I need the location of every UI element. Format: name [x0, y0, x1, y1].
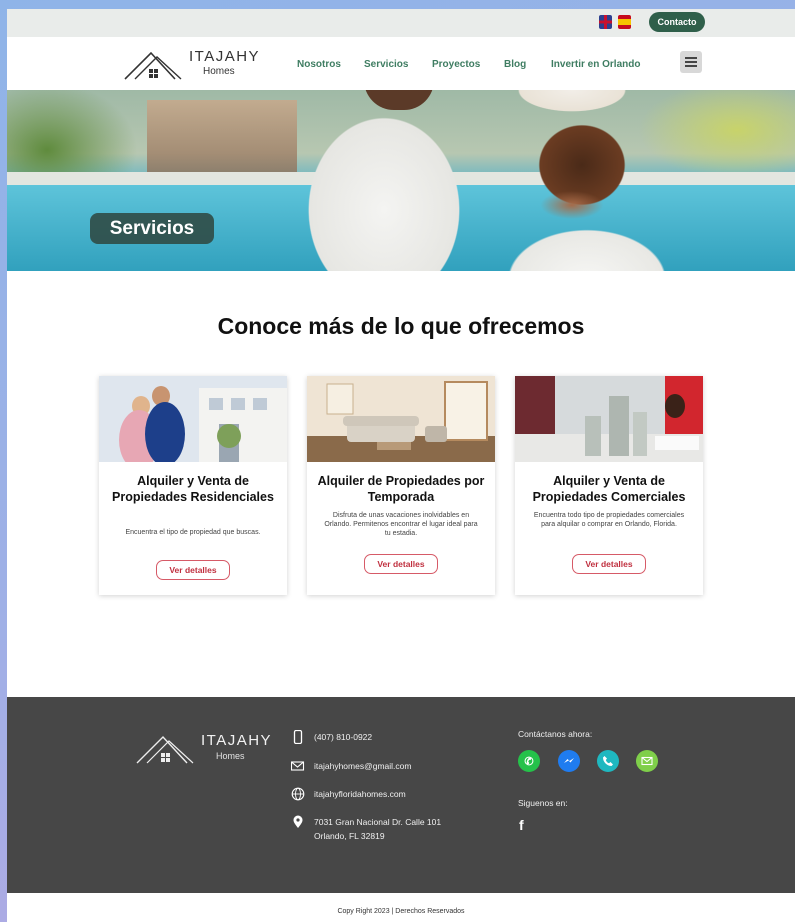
nav-item-blog[interactable]: Blog	[504, 59, 526, 70]
mobile-phone-icon	[293, 730, 303, 744]
follow-heading: Siguenos en:	[518, 798, 568, 808]
view-details-button[interactable]: Ver detalles	[364, 554, 438, 574]
nav-item-nosotros[interactable]: Nosotros	[297, 59, 341, 70]
nav-item-servicios[interactable]: Servicios	[364, 59, 408, 70]
whatsapp-icon[interactable]: ✆	[518, 750, 540, 772]
card-title: Alquiler de Propiedades por Temporada	[317, 474, 485, 504]
brand-logo[interactable]: ITAJAHY Homes	[123, 45, 263, 83]
brand-name: ITAJAHY	[189, 48, 261, 65]
card-description: Encuentra el tipo de propiedad que busca…	[125, 529, 261, 536]
contact-button[interactable]: Contacto	[649, 12, 705, 32]
facebook-icon[interactable]: f	[519, 817, 524, 833]
email-icon[interactable]	[636, 750, 658, 772]
service-card-commercial: Alquiler y Venta de Propiedades Comercia…	[515, 376, 703, 595]
hero-woman-dress	[477, 200, 697, 271]
mail-icon	[291, 761, 305, 771]
house-roof-icon	[136, 735, 194, 764]
contact-heading: Contáctanos ahora:	[518, 729, 593, 739]
uk-flag-icon[interactable]	[599, 15, 612, 29]
hero-title-badge: Servicios	[90, 213, 214, 244]
view-details-button[interactable]: Ver detalles	[572, 554, 646, 574]
hero-banner: Servicios	[7, 90, 795, 271]
messenger-icon[interactable]	[558, 750, 580, 772]
nav-item-proyectos[interactable]: Proyectos	[432, 59, 480, 70]
brand-subtitle: Homes	[203, 66, 235, 77]
copyright-text: Copy Right 2023 | Derechos Reservados	[337, 908, 465, 915]
spain-flag-icon[interactable]	[618, 15, 631, 29]
browser-page: Contacto ITAJAHY Homes Nosotros Servicio…	[7, 9, 795, 922]
card-title: Alquiler y Venta de Propiedades Comercia…	[532, 474, 686, 504]
main-navigation: ITAJAHY Homes Nosotros Servicios Proyect…	[7, 37, 795, 90]
hero-man-figure	[269, 90, 499, 271]
service-card-seasonal: Alquiler de Propiedades por Temporada Di…	[307, 376, 495, 595]
globe-icon	[291, 787, 305, 801]
card-description: Disfruta de unas vacaciones inolvidables…	[324, 512, 478, 537]
site-footer: ITAJAHY Homes (407) 810-0922 itajahyhome…	[7, 697, 795, 893]
brand-subtitle: Homes	[216, 751, 245, 761]
copyright-bar: Copy Right 2023 | Derechos Reservados	[7, 893, 795, 922]
card-description: Encuentra todo tipo de propiedades comer…	[533, 512, 685, 528]
house-roof-icon	[124, 51, 182, 80]
commercial-photo	[515, 376, 703, 462]
service-card-residential: Alquiler y Venta de Propiedades Residenc…	[99, 376, 287, 595]
phone-icon[interactable]	[597, 750, 619, 772]
section-title: Conoce más de lo que ofrecemos	[217, 313, 585, 339]
hamburger-menu-icon[interactable]	[680, 51, 702, 73]
view-details-button[interactable]: Ver detalles	[156, 560, 230, 580]
nav-item-invertir-en-orlando[interactable]: Invertir en Orlando	[551, 59, 640, 70]
living-room-photo	[307, 376, 495, 462]
footer-logo[interactable]: ITAJAHY Homes	[135, 727, 275, 767]
location-pin-icon	[293, 815, 303, 828]
card-title: Alquiler y Venta de Propiedades Residenc…	[112, 474, 274, 504]
residential-photo	[99, 376, 287, 462]
brand-name: ITAJAHY	[201, 732, 273, 749]
top-bar: Contacto	[7, 9, 795, 37]
